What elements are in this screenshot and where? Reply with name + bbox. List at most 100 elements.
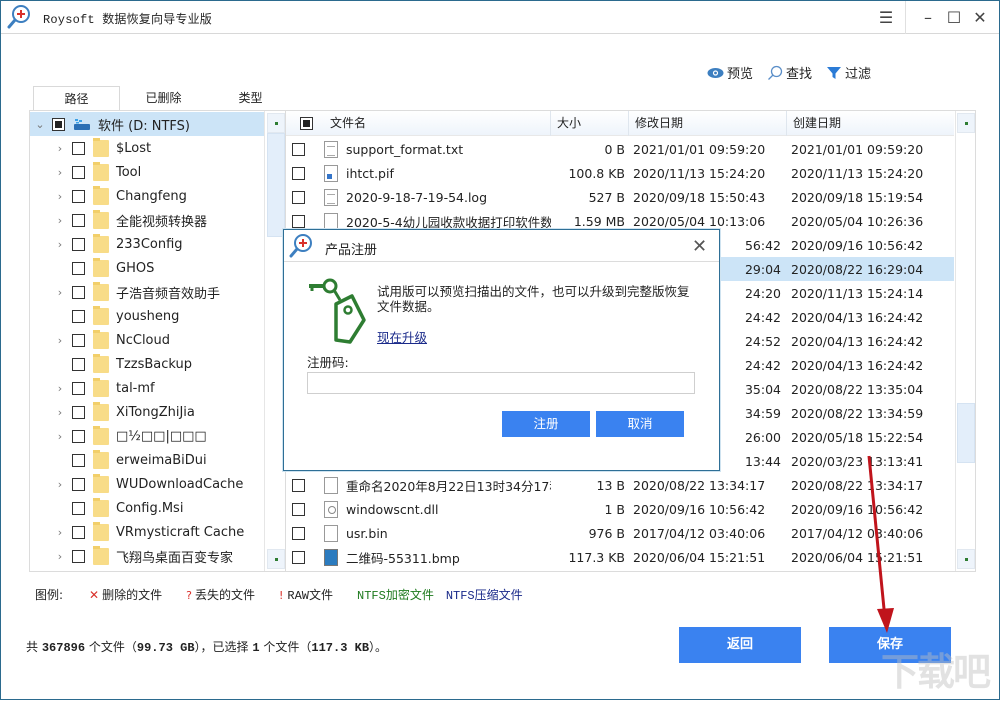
file-row[interactable]: 重命名2020年8月22日13时34分17秒.... 13 B 2020/08/22…	[286, 473, 954, 497]
tree-item-checkbox[interactable]	[72, 261, 85, 275]
tree-item[interactable]: › VRmysticraft Cache	[30, 520, 265, 544]
chevron-right-icon[interactable]: ›	[50, 166, 70, 179]
scroll-up-button[interactable]	[957, 113, 975, 133]
close-icon[interactable]: ✕	[969, 7, 991, 29]
chevron-right-icon[interactable]: ›	[50, 550, 70, 563]
tree-item[interactable]: › WUDownloadCache	[30, 472, 265, 496]
chevron-right-icon[interactable]: ›	[50, 430, 70, 443]
find-button[interactable]: 查找	[767, 63, 812, 82]
tree-item[interactable]: › 全能视频转换器	[30, 208, 265, 232]
tree-item[interactable]: › 233Config	[30, 232, 265, 256]
chevron-right-icon[interactable]: ›	[50, 406, 70, 419]
file-row-checkbox[interactable]	[292, 526, 305, 540]
tree-item-checkbox[interactable]	[72, 141, 85, 155]
tree-item-label: XiTongZhiJia	[116, 404, 195, 420]
tree-item[interactable]: › 飞翔鸟桌面百变专家	[30, 544, 265, 568]
file-row-checkbox[interactable]	[292, 214, 305, 228]
register-button[interactable]: 注册	[502, 411, 590, 437]
tree-item-checkbox[interactable]	[72, 501, 85, 515]
column-size[interactable]: 大小	[551, 111, 629, 136]
back-button[interactable]: 返回	[679, 627, 801, 663]
tree-item[interactable]: › NcCloud	[30, 328, 265, 352]
hamburger-menu-icon[interactable]: ☰	[875, 7, 897, 29]
tree-item-checkbox[interactable]	[72, 429, 85, 443]
dialog-close-icon[interactable]: ✕	[692, 236, 707, 257]
file-list-scrollbar[interactable]	[955, 111, 975, 571]
tree-item[interactable]: › tal-mf	[30, 376, 265, 400]
preview-button[interactable]: 预览	[707, 63, 753, 82]
chevron-right-icon[interactable]: ›	[50, 382, 70, 395]
chevron-right-icon[interactable]: ›	[50, 478, 70, 491]
file-row[interactable]: 2020-9-18-7-19-54.log 527 B 2020/09/18 15:…	[286, 185, 954, 209]
chevron-right-icon[interactable]: ›	[50, 526, 70, 539]
file-name-cell: 2020-9-18-7-19-54.log	[324, 188, 551, 206]
tree-item-checkbox[interactable]	[72, 477, 85, 491]
cancel-button[interactable]: 取消	[596, 411, 684, 437]
tree-item[interactable]: › □½□□|□□□	[30, 424, 265, 448]
scroll-thumb[interactable]	[957, 403, 975, 463]
scroll-down-button[interactable]	[267, 549, 285, 569]
tree-item[interactable]: › $Lost	[30, 136, 265, 160]
tree-item[interactable]: yousheng	[30, 304, 265, 328]
tab-deleted[interactable]: 已删除	[120, 86, 207, 110]
minimize-icon[interactable]: –	[917, 7, 939, 29]
column-modified[interactable]: 修改日期	[629, 111, 787, 136]
tree-item[interactable]: GHOS	[30, 256, 265, 280]
file-row[interactable]: 二维码-55311.bmp 117.3 KB 2020/06/04 15:21:51…	[286, 545, 954, 569]
chevron-right-icon[interactable]: ›	[50, 334, 70, 347]
tree-root-checkbox[interactable]	[52, 117, 65, 131]
file-row-checkbox[interactable]	[292, 190, 305, 204]
tab-type[interactable]: 类型	[207, 86, 294, 110]
file-row[interactable]: usr.bin 976 B 2017/04/12 03:40:06 2017/04/1…	[286, 521, 954, 545]
file-row[interactable]: support_format.txt 0 B 2021/01/01 09:59:20…	[286, 137, 954, 161]
save-button[interactable]: 保存	[829, 627, 951, 663]
tree-item-checkbox[interactable]	[72, 165, 85, 179]
tree-item-checkbox[interactable]	[72, 405, 85, 419]
tree-item-checkbox[interactable]	[72, 381, 85, 395]
scroll-down-button[interactable]	[957, 549, 975, 569]
chevron-right-icon[interactable]: ›	[50, 142, 70, 155]
tree-item-checkbox[interactable]	[72, 549, 85, 563]
tree-item[interactable]: Config.Msi	[30, 496, 265, 520]
file-list-header: 文件名 大小 修改日期 创建日期	[286, 111, 954, 136]
tree-item-checkbox[interactable]	[72, 357, 85, 371]
tree-item-checkbox[interactable]	[72, 213, 85, 227]
tab-path[interactable]: 路径	[33, 86, 120, 111]
tree-item-checkbox[interactable]	[72, 309, 85, 323]
chevron-down-icon[interactable]: ⌄	[30, 118, 50, 131]
chevron-right-icon[interactable]: ›	[50, 238, 70, 251]
tree-item[interactable]: TzzsBackup	[30, 352, 265, 376]
tree-item-checkbox[interactable]	[72, 453, 85, 467]
column-created[interactable]: 创建日期	[787, 111, 954, 136]
column-name[interactable]: 文件名	[324, 111, 551, 136]
tree-item[interactable]: › XiTongZhiJia	[30, 400, 265, 424]
tree-item[interactable]: › 子浩音频音效助手	[30, 280, 265, 304]
file-row-checkbox[interactable]	[292, 502, 305, 516]
chevron-right-icon[interactable]: ›	[50, 286, 70, 299]
tree-item[interactable]: erweimaBiDui	[30, 448, 265, 472]
upgrade-now-link[interactable]: 现在升级	[377, 327, 427, 346]
select-all-checkbox[interactable]	[300, 117, 313, 130]
file-row[interactable]: ihtct.pif 100.8 KB 2020/11/13 15:24:20 2020…	[286, 161, 954, 185]
file-row[interactable]: windowscnt.dll 1 B 2020/09/16 10:56:42 2020…	[286, 497, 954, 521]
tree-item-checkbox[interactable]	[72, 237, 85, 251]
chevron-right-icon[interactable]: ›	[50, 214, 70, 227]
filter-button[interactable]: 过滤	[826, 63, 871, 82]
tree-item-checkbox[interactable]	[72, 285, 85, 299]
scroll-thumb[interactable]	[267, 133, 285, 237]
tree-scrollbar[interactable]	[264, 111, 285, 571]
scroll-up-button[interactable]	[267, 113, 285, 133]
tree-item-checkbox[interactable]	[72, 189, 85, 203]
chevron-right-icon[interactable]: ›	[50, 190, 70, 203]
tree-item[interactable]: › Tool	[30, 160, 265, 184]
tree-root-drive[interactable]: ⌄ 软件 (D: NTFS)	[30, 112, 265, 136]
file-row-checkbox[interactable]	[292, 478, 305, 492]
tree-item-checkbox[interactable]	[72, 525, 85, 539]
file-row-checkbox[interactable]	[292, 550, 305, 564]
registration-code-input[interactable]	[307, 372, 695, 394]
tree-item-checkbox[interactable]	[72, 333, 85, 347]
file-row-checkbox[interactable]	[292, 142, 305, 156]
maximize-icon[interactable]: ☐	[943, 7, 965, 29]
tree-item[interactable]: › Changfeng	[30, 184, 265, 208]
file-row-checkbox[interactable]	[292, 166, 305, 180]
